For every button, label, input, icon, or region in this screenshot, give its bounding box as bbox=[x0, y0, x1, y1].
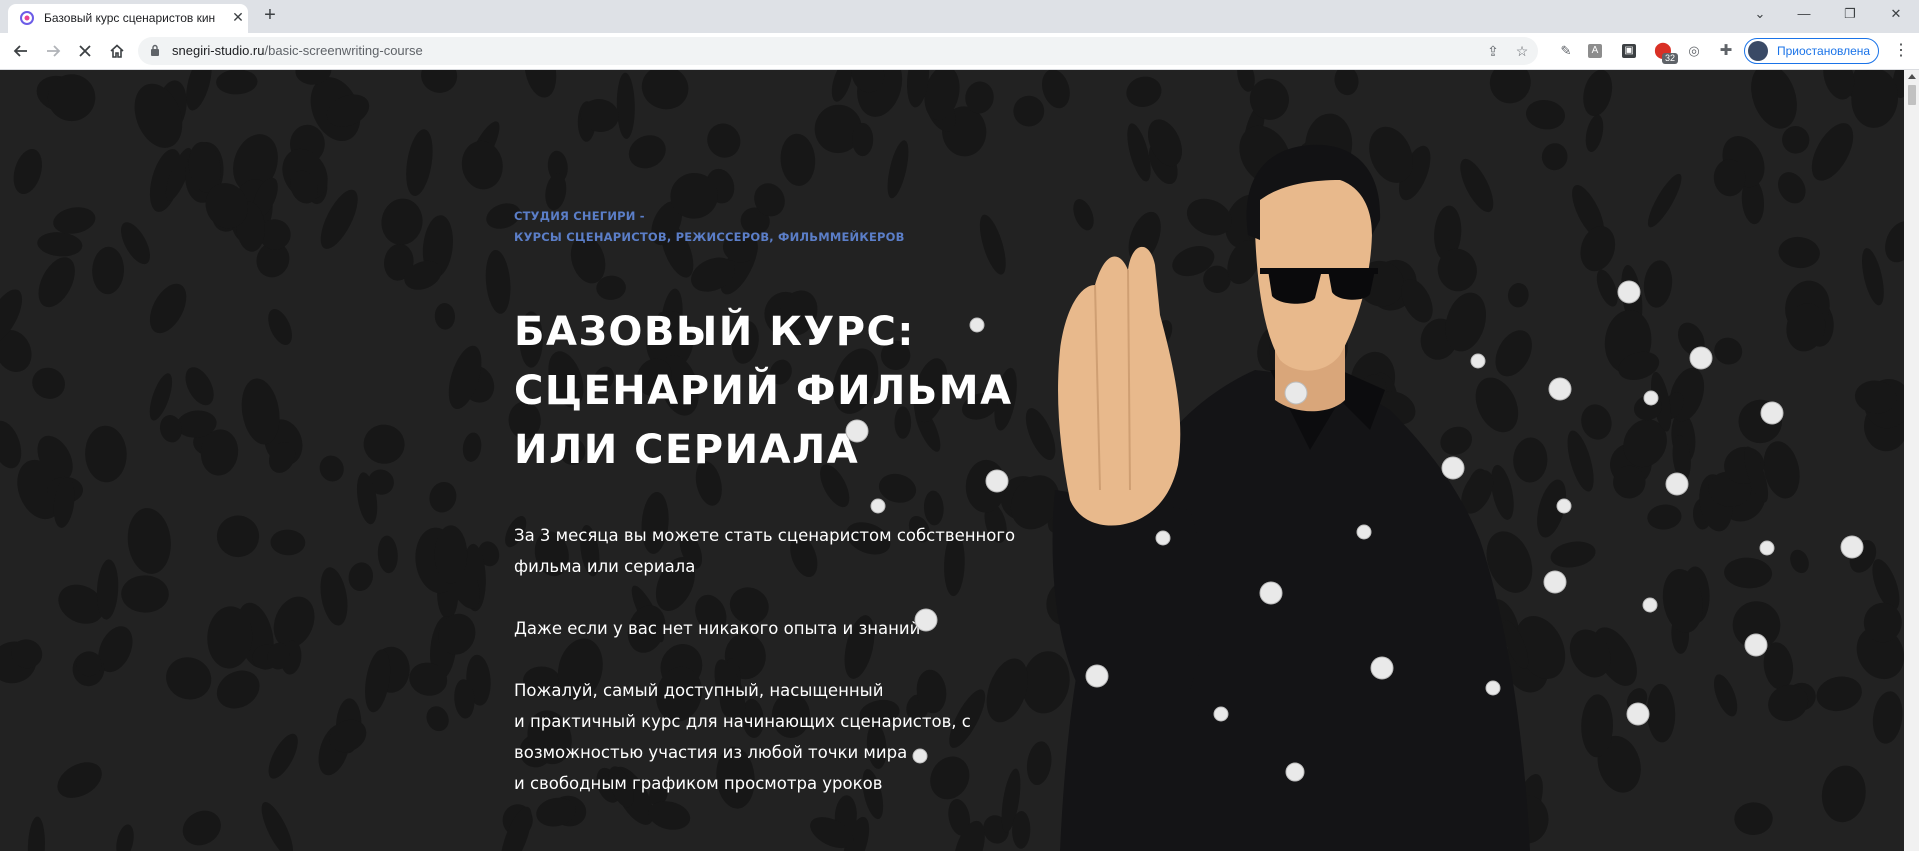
snowfall-overlay bbox=[845, 280, 1864, 782]
extension-badge: 32 bbox=[1662, 53, 1679, 64]
snowflake bbox=[1213, 706, 1229, 722]
url-domain: snegiri-studio.ru bbox=[172, 43, 265, 58]
browser-tab[interactable]: Базовый курс сценаристов кин ✕ bbox=[8, 4, 248, 33]
new-tab-button[interactable]: + bbox=[260, 5, 280, 26]
page-viewport: СТУДИЯ СНЕГИРИ - КУРСЫ СЦЕНАРИСТОВ, РЕЖИ… bbox=[0, 70, 1904, 851]
eyedropper-extension-icon[interactable]: ✎ bbox=[1557, 42, 1575, 60]
snowflake bbox=[969, 317, 985, 333]
menu-kebab-icon[interactable]: ⋮ bbox=[1892, 42, 1910, 60]
snowflake bbox=[1284, 381, 1308, 405]
lock-icon bbox=[151, 44, 159, 56]
snowflake bbox=[1085, 664, 1109, 688]
snowflake bbox=[1356, 524, 1372, 540]
browser-chrome: Базовый курс сценаристов кин ✕ + ⌄ — ❐ ✕… bbox=[0, 0, 1919, 70]
stop-loading-button[interactable] bbox=[73, 39, 97, 63]
address-bar[interactable]: snegiri-studio.ru/basic-screenwriting-co… bbox=[138, 37, 1538, 65]
snowflake bbox=[1665, 472, 1689, 496]
snowflake bbox=[1543, 570, 1567, 594]
profile-status-label: Приостановлена bbox=[1777, 44, 1871, 58]
url-text: snegiri-studio.ru/basic-screenwriting-co… bbox=[172, 43, 423, 58]
vpn-extension-icon[interactable]: ◎ bbox=[1685, 42, 1703, 60]
snowflake bbox=[1744, 633, 1768, 657]
tab-strip: Базовый курс сценаристов кин ✕ + ⌄ — ❐ ✕ bbox=[0, 0, 1919, 33]
snowflake bbox=[1485, 680, 1501, 696]
stop-icon bbox=[79, 45, 91, 57]
minimize-button[interactable]: — bbox=[1792, 4, 1816, 24]
share-icon[interactable]: ⇪ bbox=[1484, 42, 1502, 60]
home-icon bbox=[110, 44, 124, 58]
page-scrollbar[interactable] bbox=[1904, 70, 1919, 851]
snowflake bbox=[1617, 280, 1641, 304]
extensions-puzzle-icon[interactable]: ✚ bbox=[1717, 42, 1735, 60]
snowflake bbox=[912, 748, 928, 764]
forward-arrow-icon bbox=[47, 45, 61, 57]
snowflake bbox=[985, 469, 1009, 493]
snowflake bbox=[1840, 535, 1864, 559]
snowflake bbox=[870, 498, 886, 514]
scroll-thumb[interactable] bbox=[1908, 85, 1916, 105]
snowflake bbox=[1370, 656, 1394, 680]
url-path: /basic-screenwriting-course bbox=[264, 43, 423, 58]
tab-close-icon[interactable]: ✕ bbox=[230, 9, 246, 25]
restore-button[interactable]: ❐ bbox=[1838, 4, 1862, 24]
snowflake bbox=[845, 419, 869, 443]
tab-title: Базовый курс сценаристов кин bbox=[44, 11, 216, 25]
snowflake bbox=[1642, 597, 1658, 613]
browser-toolbar: snegiri-studio.ru/basic-screenwriting-co… bbox=[0, 33, 1919, 70]
snowflake bbox=[1689, 346, 1713, 370]
snowflake bbox=[1470, 353, 1486, 369]
snowflake bbox=[1643, 390, 1659, 406]
site-favicon-icon bbox=[20, 11, 34, 25]
scroll-up-arrow-icon[interactable] bbox=[1908, 74, 1916, 79]
back-button[interactable] bbox=[9, 39, 33, 63]
snowflake bbox=[1626, 702, 1650, 726]
forward-button[interactable] bbox=[41, 39, 65, 63]
snowflake bbox=[1548, 377, 1572, 401]
close-window-button[interactable]: ✕ bbox=[1884, 4, 1908, 24]
snowflake bbox=[1441, 456, 1465, 480]
snowflake bbox=[914, 608, 938, 632]
tab-search-icon[interactable]: ⌄ bbox=[1748, 4, 1772, 24]
pdf-extension-icon[interactable]: A bbox=[1588, 44, 1602, 58]
snowflake bbox=[1259, 581, 1283, 605]
home-button[interactable] bbox=[105, 39, 129, 63]
snowflake bbox=[1155, 530, 1171, 546]
back-arrow-icon bbox=[13, 45, 27, 57]
avatar bbox=[1748, 41, 1768, 61]
profile-button[interactable]: Приостановлена bbox=[1744, 38, 1879, 64]
snowflake bbox=[1760, 401, 1784, 425]
bookmark-star-icon[interactable]: ☆ bbox=[1513, 42, 1531, 60]
snowflake bbox=[1556, 498, 1572, 514]
screenshot-extension-icon[interactable]: ▣ bbox=[1622, 44, 1636, 58]
snowflake bbox=[1285, 762, 1305, 782]
snowflake bbox=[1759, 540, 1775, 556]
